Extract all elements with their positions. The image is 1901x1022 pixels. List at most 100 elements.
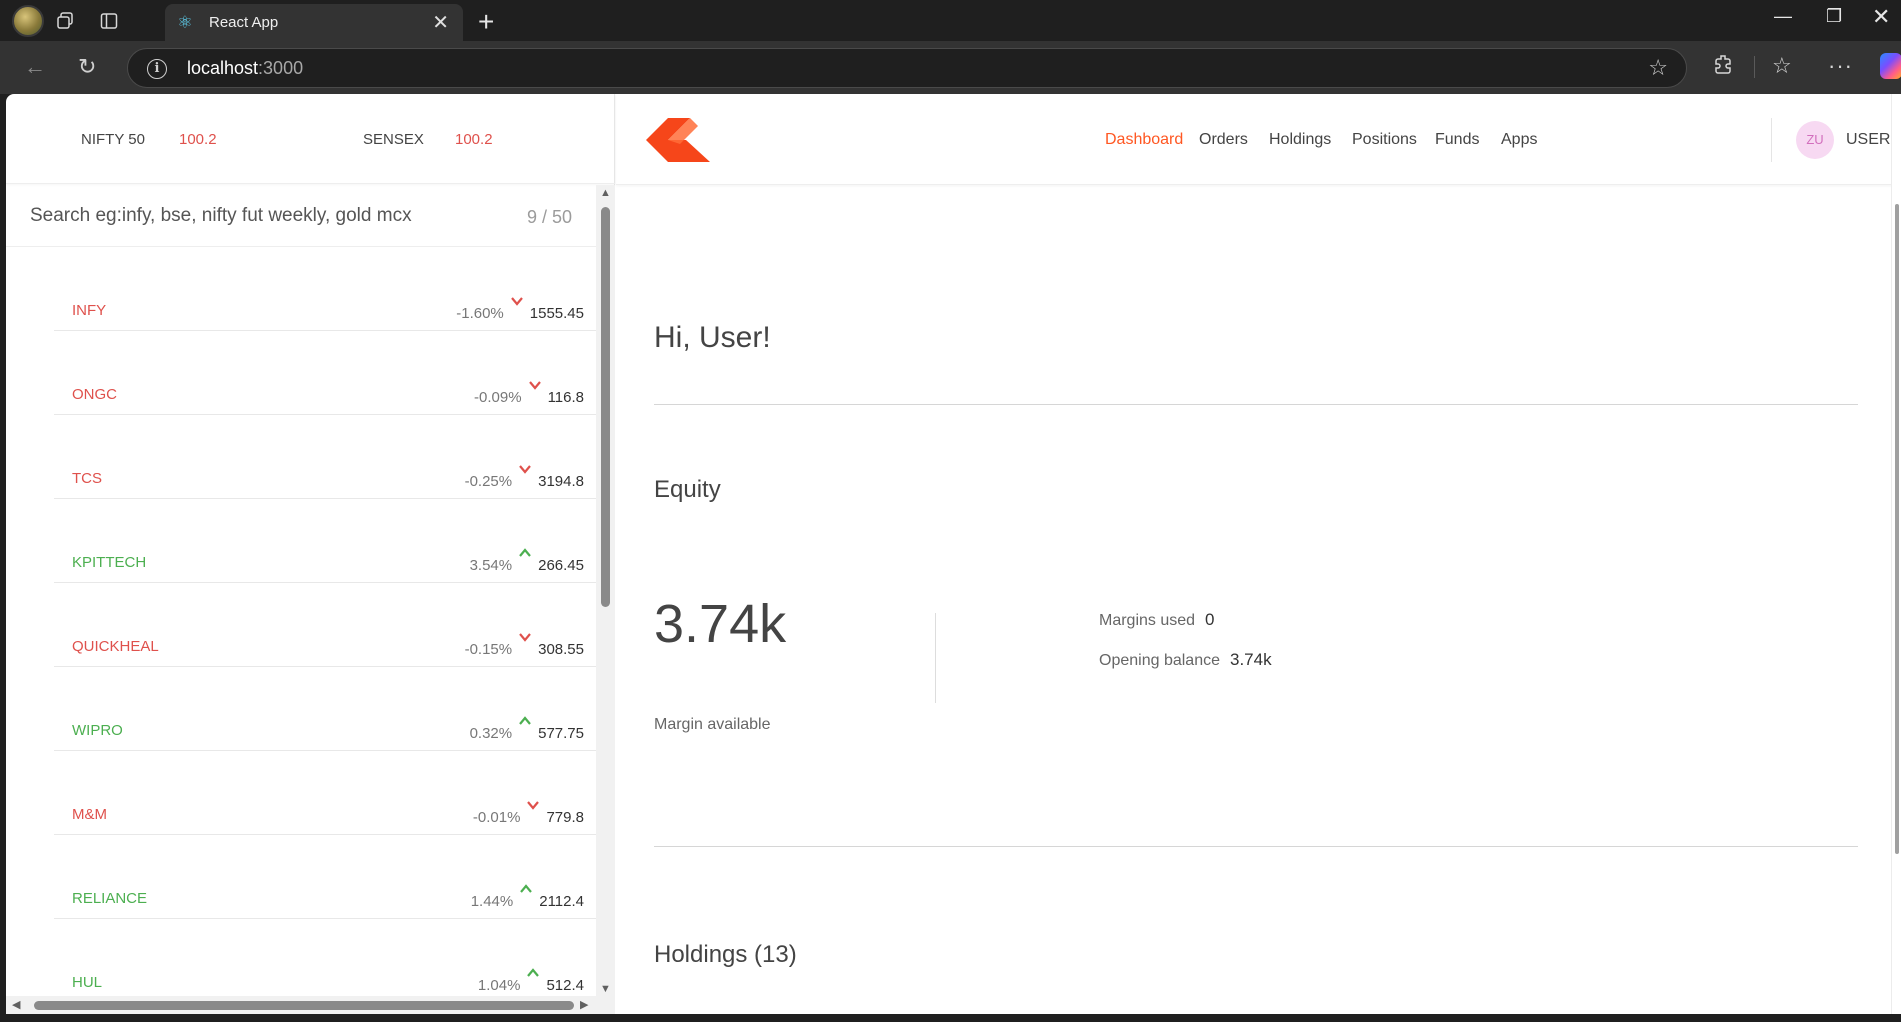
watchlist-item[interactable]: INFY -1.60% 1555.45 (54, 247, 596, 331)
browser-tab-bar: ⚛ React App ✕ + — ❐ ✕ (0, 0, 1901, 41)
close-window-icon[interactable]: ✕ (1872, 4, 1890, 30)
nav-item-apps[interactable]: Apps (1501, 131, 1537, 149)
stock-price: 512.4 (546, 977, 584, 994)
stock-price: 308.55 (538, 641, 584, 658)
arrow-down-icon (519, 465, 531, 474)
window-bottom-edge (0, 1014, 1901, 1022)
watchlist-horizontal-scrollbar[interactable]: ◀ ▶ (6, 996, 596, 1014)
watchlist-item[interactable]: ONGC -0.09% 116.8 (54, 331, 596, 415)
restore-icon[interactable]: ❐ (1826, 6, 1842, 27)
nav-item-orders[interactable]: Orders (1199, 131, 1248, 149)
divider (654, 846, 1858, 847)
watchlist-item[interactable]: M&M -0.01% 779.8 (54, 751, 596, 835)
arrow-down-icon (519, 633, 531, 642)
react-icon: ⚛ (177, 12, 193, 32)
stock-name: HUL (72, 974, 103, 991)
page-vertical-scrollbar[interactable] (1891, 94, 1901, 1014)
stock-percent: 1.04% (477, 977, 521, 994)
greeting: Hi, User! (654, 321, 771, 354)
workspaces-icon[interactable] (52, 8, 78, 34)
arrow-down-icon (510, 297, 523, 306)
toolbar-separator (1754, 56, 1755, 78)
user-avatar[interactable]: ZU (1796, 121, 1834, 159)
stock-quote: -0.15% 308.55 (465, 633, 584, 658)
nav-item-holdings[interactable]: Holdings (1269, 131, 1331, 149)
nav-separator (1771, 118, 1772, 162)
scroll-left-icon[interactable]: ◀ (12, 998, 20, 1011)
index-value: 100.2 (179, 131, 217, 148)
scroll-down-icon[interactable]: ▼ (600, 983, 611, 995)
new-tab-button[interactable]: + (478, 6, 494, 38)
margins-used-value: 0 (1205, 610, 1215, 629)
search-input[interactable]: Search eg:infy, bse, nifty fut weekly, g… (6, 185, 596, 247)
app-page: NIFTY 50 100.2 SENSEX 100.2 Search eg:in… (6, 94, 1901, 1014)
stock-name: QUICKHEAL (72, 638, 159, 655)
stock-price: 779.8 (546, 809, 584, 826)
holdings-title: Holdings (13) (654, 941, 797, 968)
more-menu-icon[interactable]: ··· (1828, 53, 1853, 79)
stock-percent: -0.25% (464, 473, 513, 490)
stock-quote: 1.44% 2112.4 (471, 884, 584, 910)
arrow-up-icon (520, 884, 533, 893)
scroll-up-icon[interactable]: ▲ (600, 187, 611, 199)
arrow-down-icon (527, 801, 540, 810)
stock-quote: 0.32% 577.75 (470, 716, 584, 742)
extensions-icon[interactable] (1713, 53, 1735, 81)
scrollbar-thumb[interactable] (601, 207, 610, 607)
watchlist-count: 9 / 50 (526, 207, 572, 227)
margin-available-label: Margin available (654, 716, 771, 733)
close-tab-icon[interactable]: ✕ (432, 10, 449, 35)
profile-avatar[interactable] (12, 5, 44, 37)
opening-balance: Opening balance 3.74k (1099, 650, 1272, 670)
url-text: localhost:3000 (187, 58, 304, 78)
dashboard: Hi, User! Equity 3.74k Margin available … (616, 186, 1901, 1014)
refresh-icon[interactable]: ↻ (78, 54, 96, 80)
stock-percent: 1.44% (470, 893, 514, 910)
nav-item-dashboard[interactable]: Dashboard (1105, 131, 1183, 149)
search-placeholder: Search eg:infy, bse, nifty fut weekly, g… (30, 205, 412, 226)
url-field[interactable]: i localhost:3000 ☆ (127, 48, 1687, 88)
margin-available-value: 3.74k (654, 594, 787, 654)
nav-item-funds[interactable]: Funds (1435, 131, 1479, 149)
nav-item-positions[interactable]: Positions (1352, 131, 1417, 149)
watchlist-item[interactable]: HUL 1.04% 512.4 (54, 919, 596, 1003)
top-navigation: Dashboard Orders Holdings Positions Funds App… (616, 94, 1901, 185)
stock-percent: 3.54% (469, 557, 513, 574)
vertical-tabs-icon[interactable] (96, 8, 122, 34)
minimize-icon[interactable]: — (1774, 6, 1792, 27)
index-name: SENSEX (363, 131, 424, 148)
site-info-icon[interactable]: i (147, 59, 167, 79)
kite-logo[interactable] (646, 118, 710, 162)
scrollbar-thumb[interactable] (34, 1001, 574, 1010)
stock-name: M&M (72, 806, 107, 823)
watchlist-item[interactable]: TCS -0.25% 3194.8 (54, 415, 596, 499)
stock-percent: -0.09% (474, 389, 522, 406)
margins-used-label: Margins used (1099, 612, 1196, 629)
watchlist-item[interactable]: WIPRO 0.32% 577.75 (54, 667, 596, 751)
stock-price: 266.45 (538, 557, 584, 574)
favorite-star-icon[interactable]: ☆ (1648, 55, 1668, 81)
stock-name: WIPRO (72, 722, 123, 739)
stock-price: 2112.4 (539, 893, 584, 910)
watchlist-item[interactable]: QUICKHEAL -0.15% 308.55 (54, 583, 596, 667)
watchlist-item[interactable]: KPITTECH 3.54% 266.45 (54, 499, 596, 583)
scrollbar-thumb[interactable] (1895, 204, 1899, 854)
divider (654, 404, 1858, 405)
stock-price: 1555.45 (529, 305, 584, 322)
stock-quote: 1.04% 512.4 (478, 968, 584, 994)
margins-used: Margins used 0 (1099, 610, 1215, 630)
watchlist-item[interactable]: RELIANCE 1.44% 2112.4 (54, 835, 596, 919)
back-icon[interactable]: ← (24, 54, 46, 80)
copilot-icon[interactable] (1880, 53, 1901, 79)
favorites-icon[interactable]: ☆ (1772, 53, 1792, 79)
arrow-up-icon (527, 968, 540, 977)
stock-percent: -0.15% (464, 641, 513, 658)
watchlist-vertical-scrollbar[interactable]: ▲ ▼ (596, 185, 615, 1014)
scroll-right-icon[interactable]: ▶ (580, 998, 588, 1011)
stock-price: 116.8 (547, 389, 584, 406)
stock-percent: -0.01% (472, 809, 521, 826)
stock-price: 577.75 (538, 725, 584, 742)
stock-percent: 0.32% (469, 725, 513, 742)
index-value: 100.2 (455, 131, 493, 148)
active-tab[interactable]: ⚛ React App ✕ (165, 4, 463, 41)
